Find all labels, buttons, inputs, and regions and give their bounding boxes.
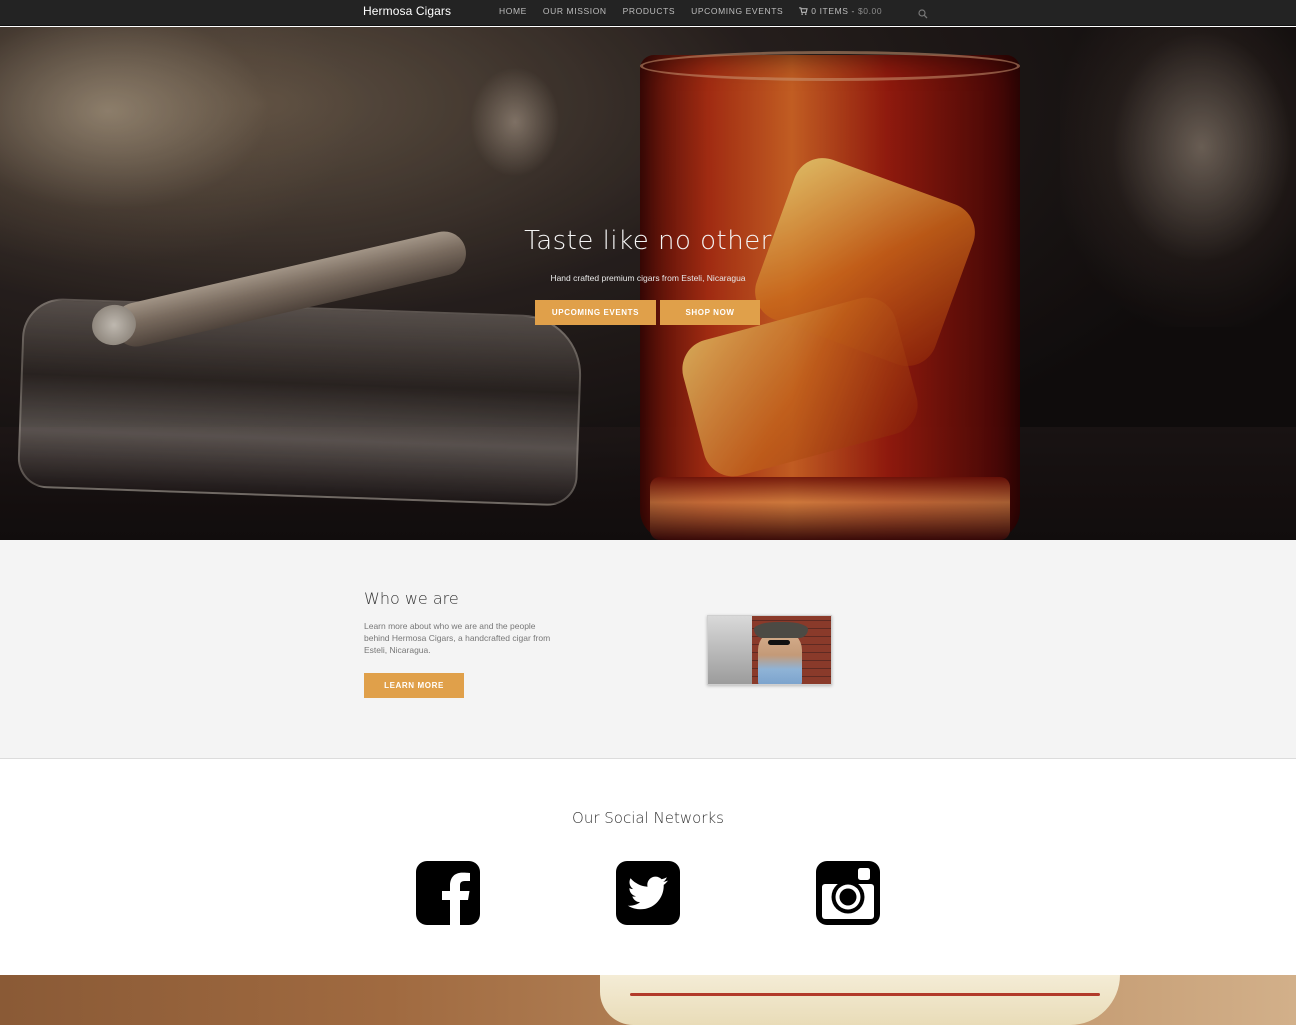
shopping-cart-icon (799, 7, 809, 15)
search-icon (918, 9, 928, 19)
cart-count: 0 ITEMS - (811, 6, 855, 16)
photo-sunglasses (768, 640, 790, 645)
hero-banner: Taste like no other Hand crafted premium… (0, 27, 1296, 540)
cart-link[interactable]: 0 ITEMS - $0.00 (799, 6, 882, 16)
nav-upcoming-events[interactable]: UPCOMING EVENTS (691, 6, 783, 16)
hero-overlay (0, 27, 1296, 540)
nav-products[interactable]: PRODUCTS (623, 6, 676, 16)
nav-home[interactable]: HOME (499, 6, 527, 16)
top-navbar: Hermosa Cigars HOME OUR MISSION PRODUCTS… (0, 0, 1296, 26)
cigar-band-image (600, 975, 1120, 1025)
who-we-are-section: Who we are Learn more about who we are a… (0, 540, 1296, 759)
upcoming-events-button[interactable]: UPCOMING EVENTS (535, 300, 656, 325)
photo-person (758, 630, 802, 684)
instagram-icon[interactable] (816, 861, 880, 925)
section-description: Learn more about who we are and the peop… (364, 621, 551, 655)
shop-now-button[interactable]: SHOP NOW (660, 300, 760, 325)
hero-subtitle: Hand crafted premium cigars from Esteli,… (550, 273, 746, 283)
nav-menu: HOME OUR MISSION PRODUCTS UPCOMING EVENT… (499, 6, 898, 16)
twitter-icon[interactable] (616, 861, 680, 925)
brand-logo[interactable]: Hermosa Cigars (363, 4, 451, 18)
search-button[interactable] (918, 6, 928, 19)
facebook-icon[interactable] (416, 861, 480, 925)
social-networks-section: Our Social Networks (0, 759, 1296, 975)
cigar-band-stripe (630, 993, 1100, 996)
bottom-cigar-banner (0, 975, 1296, 1025)
section-title: Who we are (364, 589, 459, 608)
hero-title: Taste like no other (524, 226, 772, 256)
nav-our-mission[interactable]: OUR MISSION (543, 6, 607, 16)
team-photo (707, 615, 832, 685)
photo-background (708, 616, 752, 684)
photo-hat (754, 622, 808, 638)
cart-amount: $0.00 (857, 6, 883, 16)
section-title: Our Social Networks (572, 809, 724, 827)
learn-more-button[interactable]: LEARN MORE (364, 673, 464, 698)
hero-buttons: UPCOMING EVENTS SHOP NOW (535, 300, 760, 325)
